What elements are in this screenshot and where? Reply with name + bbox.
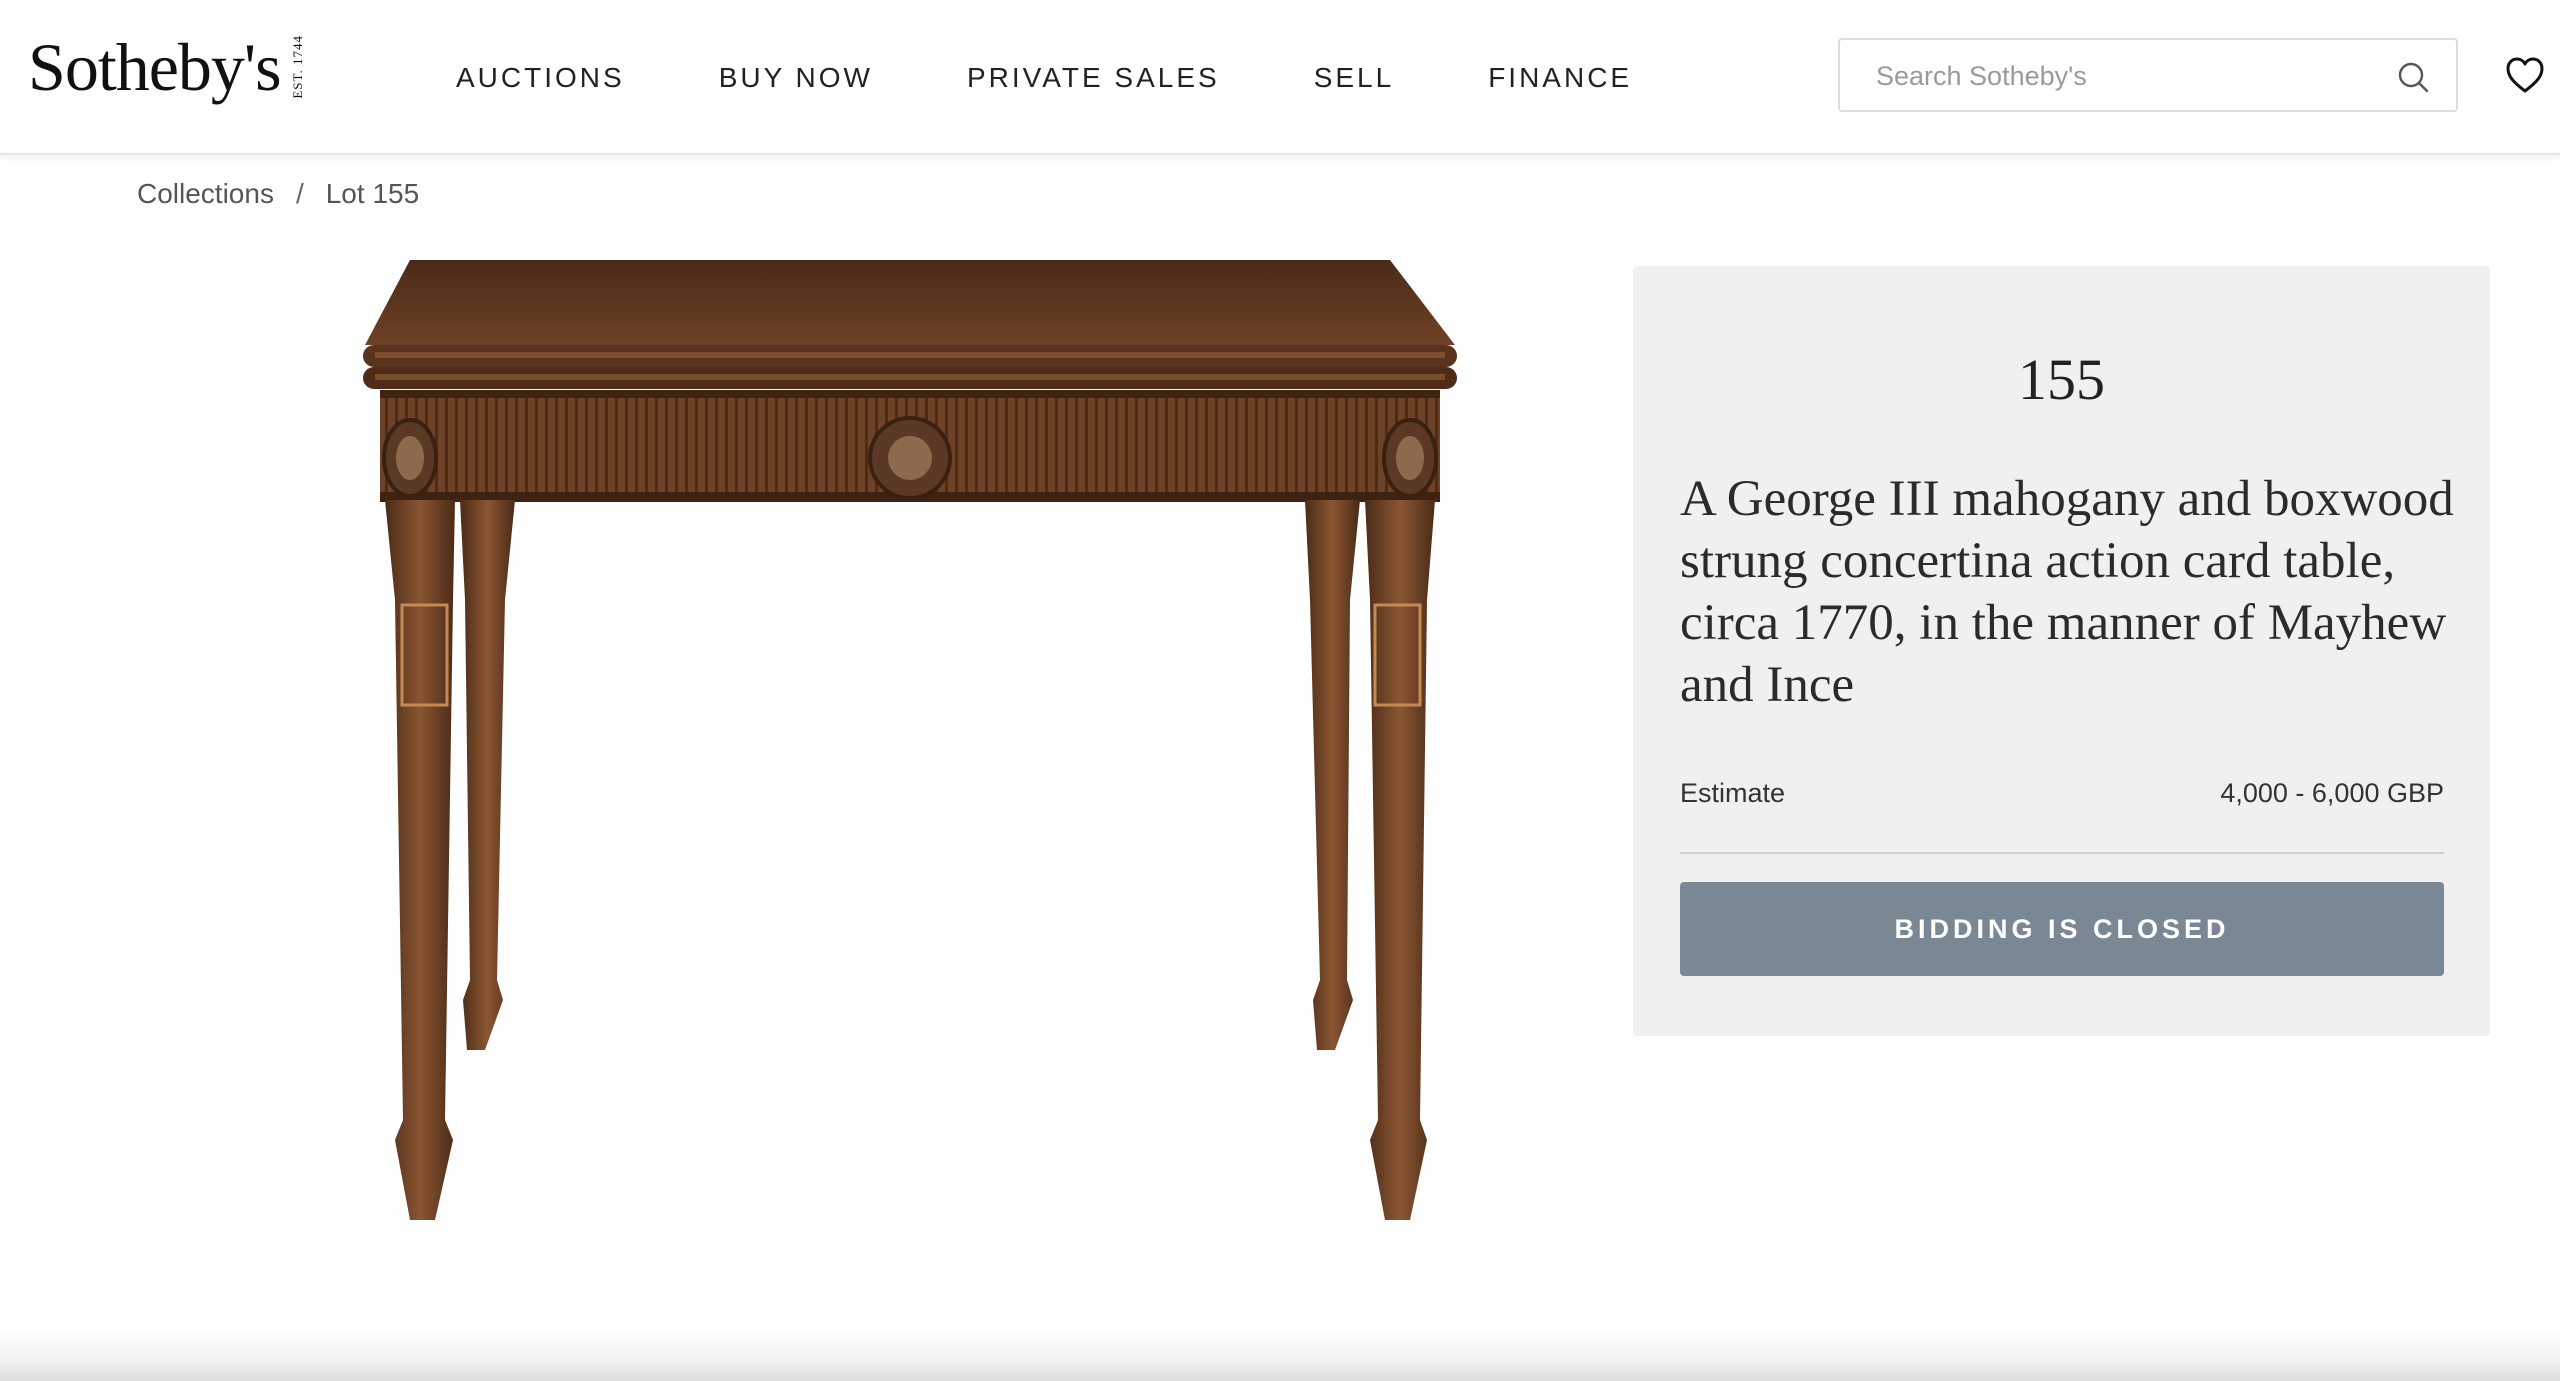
main-nav: AUCTIONS BUY NOW PRIVATE SALES SELL FINA… <box>456 50 1632 106</box>
site-header: Sotheby's EST. 1744 AUCTIONS BUY NOW PRI… <box>0 0 2560 155</box>
lot-image-card-table[interactable] <box>355 260 1465 1220</box>
nav-finance[interactable]: FINANCE <box>1488 62 1632 94</box>
estimate-label: Estimate <box>1680 778 1786 808</box>
lot-title: A George III mahogany and boxwood strung… <box>1680 471 2454 713</box>
lot-info-panel: 155 A George III mahogany and boxwood st… <box>1633 266 2490 1036</box>
estimate-value: 4,000 - 6,000 GBP <box>2220 778 2444 808</box>
heart-icon[interactable] <box>2505 56 2545 94</box>
search-box[interactable] <box>1838 38 2458 112</box>
nav-buy-now[interactable]: BUY NOW <box>719 62 873 94</box>
sothebys-logo[interactable]: Sotheby's EST. 1744 <box>28 22 305 112</box>
breadcrumb-collections[interactable]: Collections <box>137 178 274 210</box>
search-input[interactable] <box>1874 40 2378 112</box>
nav-private-sales[interactable]: PRIVATE SALES <box>967 62 1220 94</box>
logo-est-mark: EST. 1744 <box>289 35 305 99</box>
estimate-row: Estimate 4,000 - 6,000 GBP <box>1680 778 2444 854</box>
bottom-fade <box>0 1330 2560 1381</box>
bidding-closed-button[interactable]: BIDDING IS CLOSED <box>1680 882 2444 976</box>
breadcrumb-lot[interactable]: Lot 155 <box>326 178 419 210</box>
lot-number: 155 <box>2018 347 2105 412</box>
nav-sell[interactable]: SELL <box>1314 62 1395 94</box>
nav-auctions[interactable]: AUCTIONS <box>456 62 625 94</box>
logo-wordmark[interactable]: Sotheby's <box>28 33 282 101</box>
breadcrumb-separator: / <box>295 178 304 209</box>
search-icon[interactable] <box>2396 60 2430 94</box>
breadcrumb: Collections / Lot 155 <box>137 178 419 210</box>
